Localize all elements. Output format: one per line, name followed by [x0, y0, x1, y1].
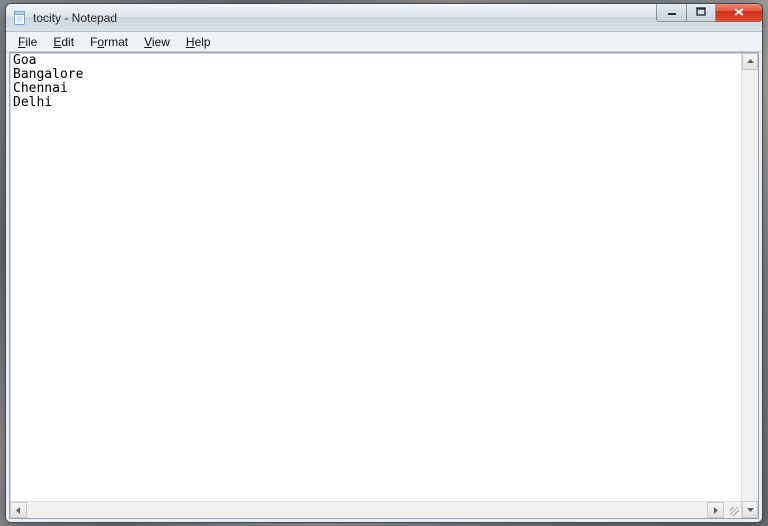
editor-frame: Goa Bangalore Chennai Delhi — [9, 52, 759, 519]
maximize-icon — [696, 7, 706, 17]
close-icon — [733, 7, 745, 17]
vertical-scrollbar[interactable] — [741, 53, 758, 518]
notepad-window: tocity - Notepad File Edit Format View H… — [5, 3, 763, 523]
window-title: tocity - Notepad — [33, 11, 656, 25]
text-editor[interactable]: Goa Bangalore Chennai Delhi — [10, 53, 741, 501]
chevron-up-icon — [747, 58, 754, 65]
scroll-left-button[interactable] — [10, 502, 27, 518]
close-button[interactable] — [716, 3, 762, 22]
menu-edit[interactable]: Edit — [45, 34, 82, 50]
menu-view[interactable]: View — [136, 34, 178, 50]
horizontal-scrollbar[interactable] — [10, 501, 741, 518]
scroll-right-button[interactable] — [707, 502, 724, 518]
menu-help[interactable]: Help — [178, 34, 219, 50]
menu-file[interactable]: File — [10, 34, 45, 50]
hscroll-track[interactable] — [27, 502, 707, 518]
vscroll-track[interactable] — [742, 70, 758, 501]
menubar: File Edit Format View Help — [6, 32, 762, 52]
scroll-up-button[interactable] — [742, 53, 758, 70]
window-controls — [656, 4, 762, 31]
chevron-left-icon — [15, 507, 22, 514]
titlebar[interactable]: tocity - Notepad — [6, 4, 762, 32]
resize-grip[interactable] — [724, 502, 741, 518]
minimize-icon — [667, 7, 677, 17]
menu-format[interactable]: Format — [82, 34, 136, 50]
chevron-right-icon — [712, 507, 719, 514]
minimize-button[interactable] — [656, 3, 686, 22]
chevron-down-icon — [747, 506, 754, 513]
scroll-down-button[interactable] — [742, 501, 758, 518]
maximize-button[interactable] — [686, 3, 716, 22]
notepad-icon — [12, 10, 28, 26]
client-area: Goa Bangalore Chennai Delhi — [6, 52, 762, 522]
